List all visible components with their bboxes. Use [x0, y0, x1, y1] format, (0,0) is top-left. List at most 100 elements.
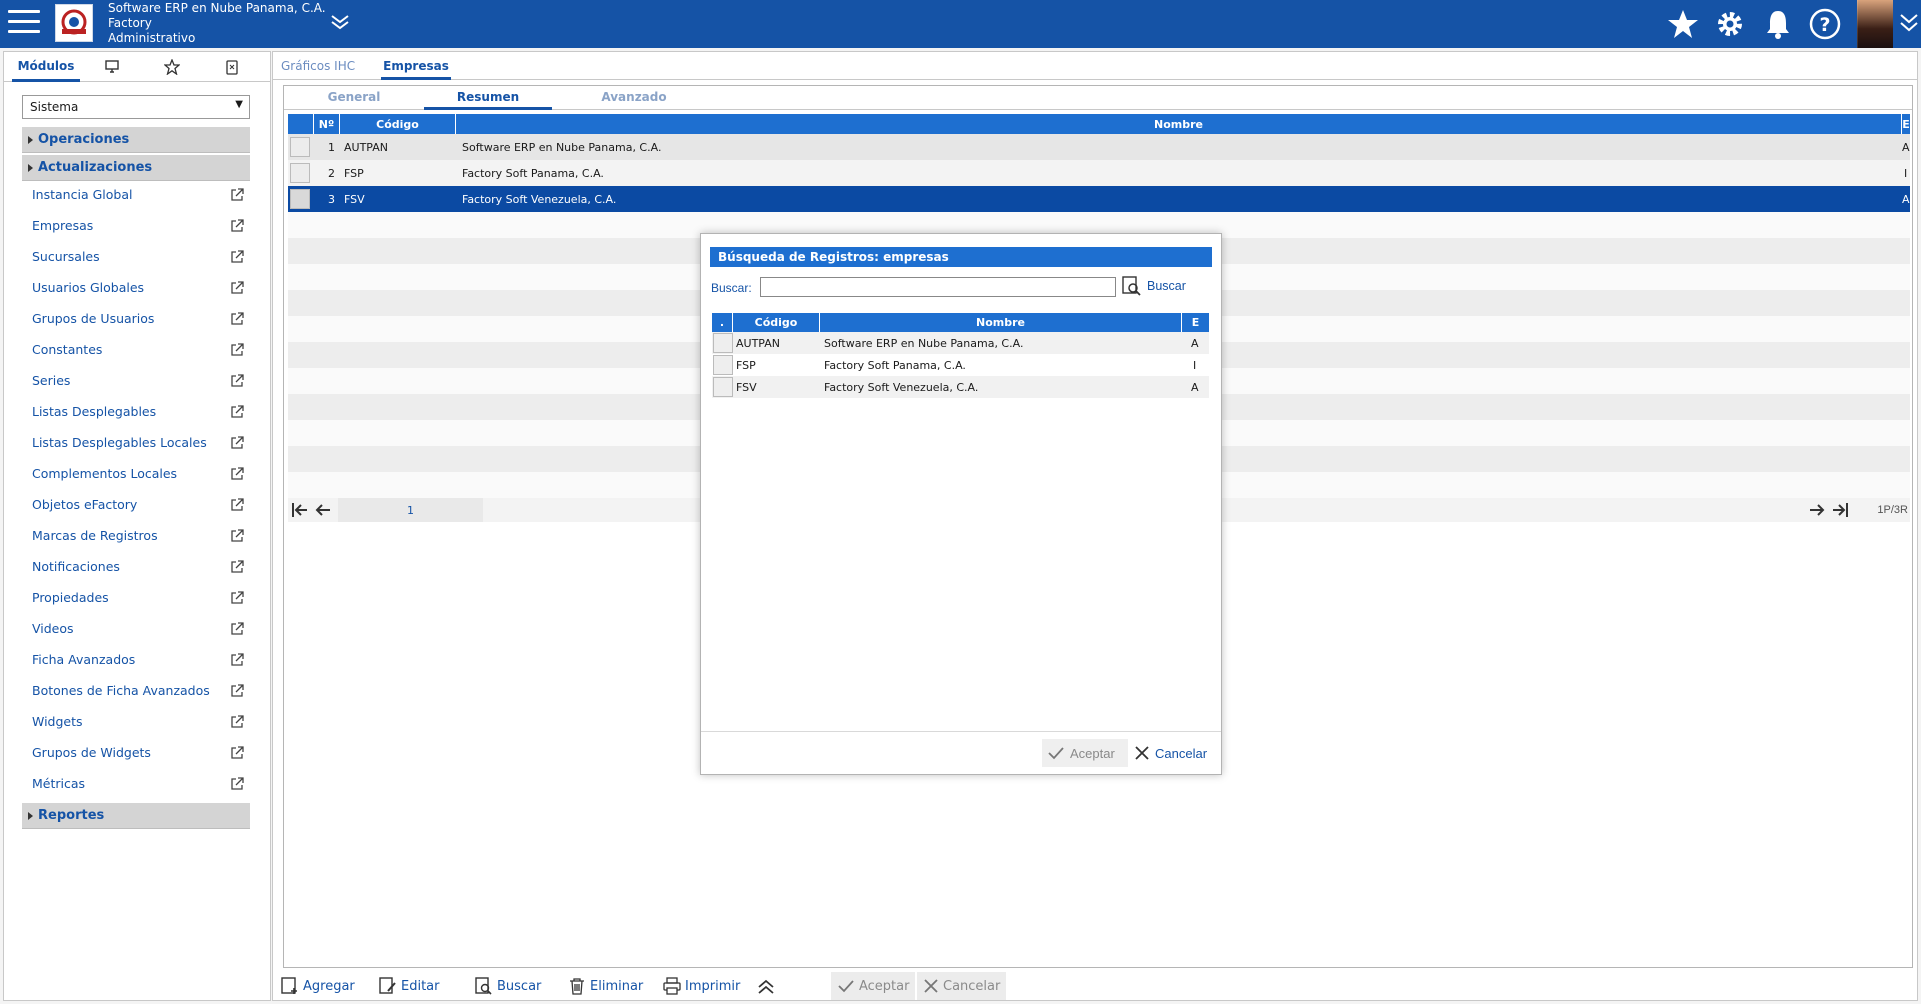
prev-page-icon[interactable] [314, 501, 332, 522]
external-link-icon[interactable] [230, 343, 244, 357]
row-checkbox[interactable] [290, 189, 310, 209]
sidebar-item[interactable]: Listas Desplegables Locales [32, 435, 244, 455]
gear-icon[interactable] [1712, 6, 1748, 42]
delete-button[interactable]: Eliminar [568, 972, 643, 1000]
group-actualizaciones[interactable]: Actualizaciones [22, 155, 250, 181]
double-chevron-down-icon[interactable] [330, 14, 350, 33]
avatar[interactable] [1857, 0, 1893, 48]
next-page-icon[interactable] [1808, 501, 1826, 522]
sidebar-item[interactable]: Constantes [32, 342, 244, 362]
table-row-selected[interactable]: 3 FSV Factory Soft Venezuela, C.A. A [288, 186, 1910, 212]
search-button[interactable]: Buscar [475, 972, 541, 1000]
header-name[interactable]: Nombre [820, 313, 1182, 332]
header-number[interactable]: Nº [314, 114, 340, 134]
accept-button[interactable]: Aceptar [831, 972, 916, 1000]
header-code[interactable]: Código [733, 313, 820, 332]
external-link-icon[interactable] [230, 591, 244, 605]
sidebar-item[interactable]: Empresas [32, 218, 244, 238]
dialog-cancel-button[interactable]: Cancelar [1134, 739, 1207, 767]
sidebar-item[interactable]: Complementos Locales [32, 466, 244, 486]
company-info[interactable]: Software ERP en Nube Panama, C.A. Factor… [108, 1, 326, 46]
external-link-icon[interactable] [230, 467, 244, 481]
external-link-icon[interactable] [230, 622, 244, 636]
monitor-icon[interactable] [94, 52, 130, 82]
external-link-icon[interactable] [230, 281, 244, 295]
edit-button[interactable]: Editar [379, 972, 440, 1000]
last-page-icon[interactable] [1830, 501, 1850, 522]
sidebar-item-label: Marcas de Registros [32, 528, 158, 543]
star-outline-icon[interactable] [154, 52, 190, 82]
document-icon[interactable] [214, 52, 250, 82]
sidebar-item[interactable]: Propiedades [32, 590, 244, 610]
external-link-icon[interactable] [230, 312, 244, 326]
external-link-icon[interactable] [230, 250, 244, 264]
sidebar-item[interactable]: Instancia Global [32, 187, 244, 207]
sidebar-item[interactable]: Series [32, 373, 244, 393]
sidebar-item-label: Widgets [32, 714, 83, 729]
search-button[interactable]: Buscar [1122, 276, 1186, 296]
row-checkbox[interactable] [290, 163, 310, 183]
header-e[interactable]: E [1182, 313, 1209, 332]
external-link-icon[interactable] [230, 219, 244, 233]
external-link-icon[interactable] [230, 405, 244, 419]
sidebar-item[interactable]: Sucursales [32, 249, 244, 269]
external-link-icon[interactable] [230, 188, 244, 202]
table-row[interactable]: 1 AUTPAN Software ERP en Nube Panama, C.… [288, 134, 1910, 160]
external-link-icon[interactable] [230, 560, 244, 574]
sidebar-item[interactable]: Listas Desplegables [32, 404, 244, 424]
print-button[interactable]: Imprimir [663, 972, 740, 1000]
sidebar-item[interactable]: Métricas [32, 776, 244, 796]
row-checkbox[interactable] [713, 333, 733, 353]
sidebar-item[interactable]: Ficha Avanzados [32, 652, 244, 672]
sidebar-item[interactable]: Objetos eFactory [32, 497, 244, 517]
tab-graficos-ihc[interactable]: Gráficos IHC [281, 52, 355, 80]
sidebar-item[interactable]: Notificaciones [32, 559, 244, 579]
tab-modulos[interactable]: Módulos [12, 52, 80, 82]
search-input[interactable] [760, 277, 1116, 297]
add-button[interactable]: Agregar [281, 972, 355, 1000]
external-link-icon[interactable] [230, 436, 244, 450]
external-link-icon[interactable] [230, 746, 244, 760]
sidebar-item[interactable]: Botones de Ficha Avanzados [32, 683, 244, 703]
sidebar-item[interactable]: Usuarios Globales [32, 280, 244, 300]
cancel-button[interactable]: Cancelar [917, 972, 1007, 1000]
star-icon[interactable] [1665, 6, 1701, 42]
sidebar-item[interactable]: Videos [32, 621, 244, 641]
group-operaciones[interactable]: Operaciones [22, 127, 250, 153]
row-checkbox[interactable] [290, 137, 310, 157]
external-link-icon[interactable] [230, 374, 244, 388]
page-number[interactable]: 1 [338, 498, 483, 522]
header-code[interactable]: Código [340, 114, 456, 134]
help-icon[interactable]: ? [1807, 6, 1843, 42]
sidebar-item[interactable]: Grupos de Usuarios [32, 311, 244, 331]
dialog-accept-button[interactable]: Aceptar [1042, 739, 1128, 767]
subtab-avanzado[interactable]: Avanzado [574, 86, 694, 110]
list-item[interactable]: AUTPAN Software ERP en Nube Panama, C.A.… [712, 332, 1209, 354]
external-link-icon[interactable] [230, 777, 244, 791]
row-checkbox[interactable] [713, 377, 733, 397]
double-chevron-down-icon[interactable] [1899, 12, 1919, 37]
bell-icon[interactable] [1760, 6, 1796, 42]
header-e[interactable]: E [1902, 114, 1910, 134]
subtab-general[interactable]: General [304, 86, 404, 110]
subtab-resumen[interactable]: Resumen [424, 86, 552, 110]
double-chevron-up-icon[interactable] [757, 972, 775, 1000]
table-row[interactable]: 2 FSP Factory Soft Panama, C.A. I [288, 160, 1910, 186]
sidebar-item[interactable]: Marcas de Registros [32, 528, 244, 548]
external-link-icon[interactable] [230, 715, 244, 729]
list-item[interactable]: FSV Factory Soft Venezuela, C.A. A [712, 376, 1209, 398]
group-reportes[interactable]: Reportes [22, 803, 250, 829]
menu-icon[interactable] [8, 10, 40, 36]
external-link-icon[interactable] [230, 684, 244, 698]
sidebar-item[interactable]: Widgets [32, 714, 244, 734]
external-link-icon[interactable] [230, 653, 244, 667]
header-name[interactable]: Nombre [456, 114, 1902, 134]
list-item[interactable]: FSP Factory Soft Panama, C.A. I [712, 354, 1209, 376]
module-select[interactable]: Sistema ▼ [22, 95, 250, 119]
first-page-icon[interactable] [290, 501, 310, 522]
sidebar-item[interactable]: Grupos de Widgets [32, 745, 244, 765]
external-link-icon[interactable] [230, 498, 244, 512]
row-checkbox[interactable] [713, 355, 733, 375]
tab-empresas[interactable]: Empresas [381, 52, 451, 80]
external-link-icon[interactable] [230, 529, 244, 543]
